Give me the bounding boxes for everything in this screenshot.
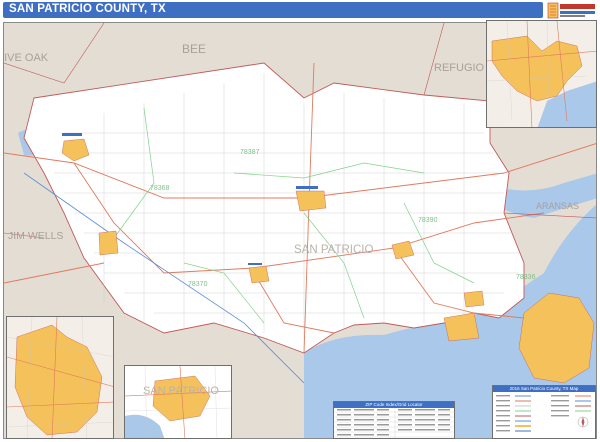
zip-label: 78368 bbox=[150, 185, 170, 192]
title-bar: SAN PATRICIO COUNTY, TX bbox=[3, 2, 543, 18]
zip-label: 78370 bbox=[188, 281, 208, 288]
county-label-bee: BEE bbox=[182, 42, 206, 56]
town-gregory bbox=[463, 290, 485, 308]
legend-symbols bbox=[496, 395, 591, 432]
county-label-refugio: REFUGIO bbox=[434, 62, 485, 74]
zip-label: 78336 bbox=[516, 274, 536, 281]
county-label: SAN PATRICIO bbox=[294, 244, 373, 256]
county-area bbox=[23, 62, 525, 354]
inset-county-label: SAN PATRICIO bbox=[143, 385, 219, 397]
county-label-jim-wells: JIM WELLS bbox=[8, 230, 63, 242]
town-sinton bbox=[295, 190, 327, 212]
zip-label: 78387 bbox=[240, 149, 260, 156]
zip-label: 78390 bbox=[418, 217, 438, 224]
town-portland bbox=[443, 312, 480, 342]
inset-bottom-middle[interactable]: SAN PATRICIO bbox=[124, 365, 232, 439]
town-west bbox=[98, 230, 119, 256]
zip-index-panel: ZIP Code Index/Grid Locator bbox=[333, 401, 455, 439]
header: SAN PATRICIO COUNTY, TX bbox=[0, 0, 600, 22]
inset-bottom-left[interactable] bbox=[6, 316, 114, 439]
town-odem bbox=[248, 265, 270, 284]
map-publisher-logo-icon bbox=[547, 1, 597, 20]
map-title: SAN PATRICIO COUNTY, TX bbox=[9, 3, 166, 15]
county-label-live-oak: LIVE OAK bbox=[4, 52, 49, 64]
inset-top-right[interactable] bbox=[486, 20, 597, 128]
legend-panel: 2016 San Patricio County, TX Map bbox=[492, 385, 596, 439]
county-label-aransas: ARANSAS bbox=[536, 201, 579, 211]
